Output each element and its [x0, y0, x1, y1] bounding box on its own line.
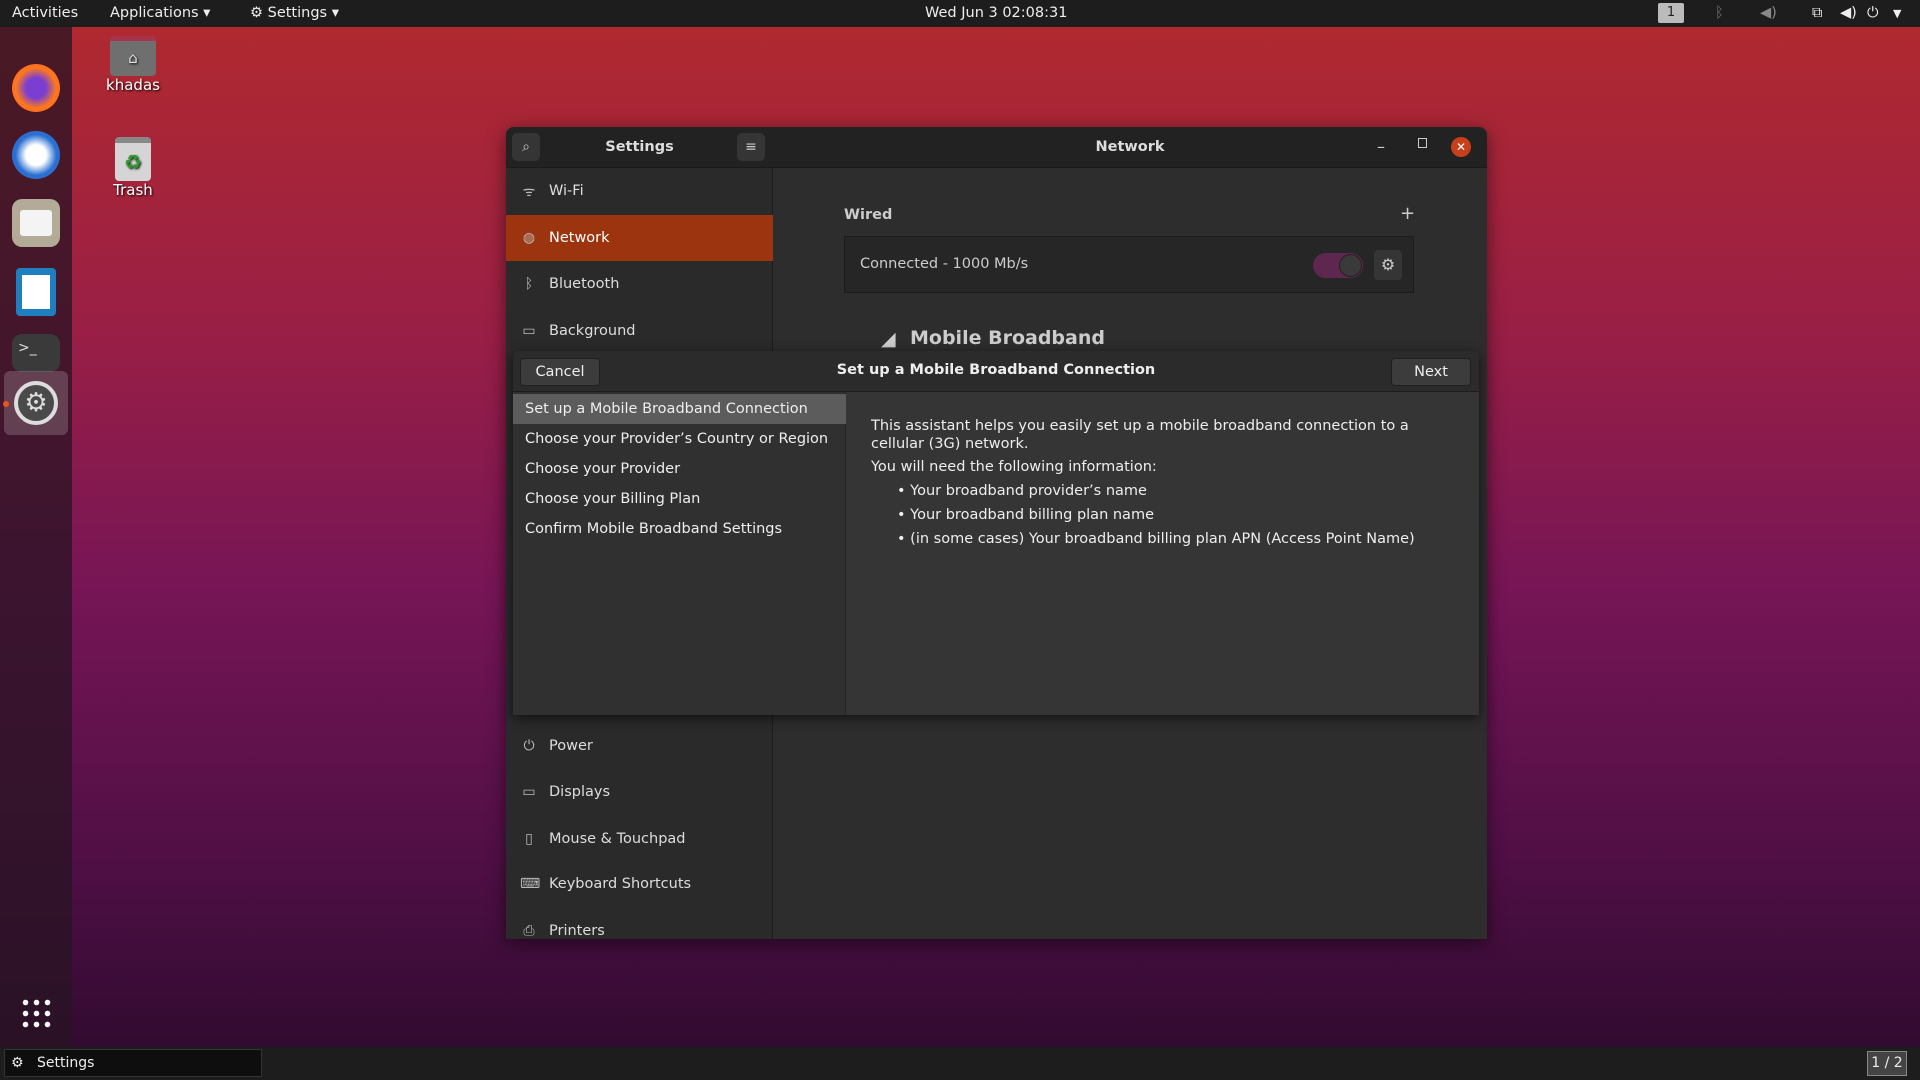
- step-item: Choose your Provider’s Country or Region: [525, 431, 829, 447]
- running-indicator: [3, 401, 9, 407]
- dialog-title: Set up a Mobile Broadband Connection: [836, 362, 1156, 378]
- wired-status: Connected - 1000 Mb/s: [860, 256, 1029, 272]
- mobile-broadband-heading: Mobile Broadband: [910, 327, 1105, 349]
- wifi-icon: ᯤ: [522, 183, 536, 200]
- keyboard-icon: ⌨: [520, 876, 541, 892]
- bullet-item: • Your broadband billing plan name: [897, 507, 1154, 523]
- globe-icon: ◍: [522, 230, 536, 246]
- need-text: You will need the following information:: [871, 459, 1157, 475]
- hamburger-icon: ≡: [745, 139, 757, 155]
- volume-icon[interactable]: ◀): [1840, 5, 1857, 21]
- wired-heading: Wired: [844, 207, 893, 223]
- sidebar-item-printers[interactable]: ⎙ Printers: [506, 908, 773, 939]
- power-icon[interactable]: ⏻: [1867, 5, 1878, 21]
- taskbar-window-label: Settings: [37, 1055, 95, 1071]
- sidebar-item-label: Keyboard Shortcuts: [549, 876, 692, 892]
- sidebar-item-label: Bluetooth: [549, 276, 620, 292]
- files-icon[interactable]: [12, 199, 60, 247]
- step-item: Choose your Provider: [525, 461, 681, 477]
- close-button[interactable]: ✕: [1451, 137, 1471, 157]
- dock: >_ ⚙: [0, 27, 72, 1047]
- trash-label: Trash: [113, 181, 153, 199]
- speaker-icon[interactable]: ◀): [1760, 5, 1777, 21]
- sidebar-item-displays[interactable]: ▭ Displays: [506, 769, 773, 815]
- sidebar-item-label: Mouse & Touchpad: [549, 831, 686, 847]
- sidebar-item-label: Background: [549, 323, 636, 339]
- home-folder-icon: ⌂: [110, 36, 156, 76]
- add-wired-button[interactable]: +: [1400, 203, 1415, 224]
- wired-settings-button[interactable]: ⚙: [1374, 250, 1402, 280]
- display-icon: ▭: [522, 784, 536, 800]
- wired-toggle[interactable]: [1313, 253, 1363, 278]
- applications-menu[interactable]: Applications ▾: [110, 5, 210, 21]
- gear-icon: ⚙: [250, 5, 268, 21]
- gear-icon: ⚙: [1380, 255, 1396, 274]
- settings-app-menu[interactable]: ⚙ Settings ▾: [250, 5, 339, 21]
- sidebar-item-label: Network: [549, 230, 610, 246]
- trash-icon: ♻: [115, 137, 151, 181]
- settings-gear-icon: ⚙: [11, 1055, 24, 1071]
- firefox-icon[interactable]: [12, 64, 60, 112]
- sidebar-item-label: Displays: [549, 784, 611, 800]
- thunderbird-icon[interactable]: [12, 131, 60, 179]
- next-button[interactable]: Next: [1391, 358, 1471, 386]
- bluetooth-icon[interactable]: ᛒ: [1715, 5, 1724, 21]
- sidebar-item-wifi[interactable]: ᯤ Wi-Fi: [506, 168, 773, 214]
- clock[interactable]: Wed Jun 3 02:08:31: [925, 5, 1067, 21]
- steps-pane: Set up a Mobile Broadband Connection Cho…: [513, 392, 846, 715]
- bluetooth-icon: ᛒ: [524, 276, 534, 292]
- step-item: Confirm Mobile Broadband Settings: [525, 521, 783, 537]
- dialog-header: Cancel Set up a Mobile Broadband Connect…: [513, 351, 1479, 392]
- bullet-item: • (in some cases) Your broadband billing…: [897, 531, 1415, 547]
- sidebar-item-label: Wi-Fi: [549, 183, 584, 199]
- taskbar-settings-window[interactable]: ⚙ Settings: [4, 1049, 262, 1077]
- top-bar: Activities Applications ▾ ⚙ Settings ▾ W…: [0, 0, 1920, 27]
- workspace-indicator[interactable]: 1: [1658, 3, 1684, 23]
- home-folder-label: khadas: [106, 76, 160, 94]
- header-bar: ⌕ Settings ≡ Network – ✕: [506, 127, 1487, 168]
- intro-text: This assistant helps you easily set up a…: [871, 418, 1409, 452]
- system-menu-arrow-icon[interactable]: ▼: [1893, 7, 1901, 20]
- printer-icon: ⎙: [523, 923, 535, 939]
- terminal-icon[interactable]: >_: [12, 334, 60, 372]
- sidebar-item-bluetooth[interactable]: ᛒ Bluetooth: [506, 261, 773, 307]
- activities-button[interactable]: Activities: [12, 5, 78, 21]
- workspace-pager[interactable]: 1 / 2: [1867, 1051, 1907, 1076]
- sidebar-item-mouse[interactable]: ▯ Mouse & Touchpad: [506, 816, 773, 862]
- sidebar-item-network[interactable]: ◍ Network: [506, 215, 773, 261]
- minimize-button[interactable]: –: [1377, 137, 1385, 156]
- maximize-button[interactable]: [1418, 138, 1427, 148]
- sidebar-title: Settings: [605, 139, 674, 155]
- sidebar-item-power[interactable]: ⏻ Power: [506, 723, 773, 769]
- sidebar-item-keyboard[interactable]: ⌨ Keyboard Shortcuts: [506, 861, 773, 907]
- bottom-taskbar: ⚙ Settings 1 / 2: [0, 1047, 1920, 1080]
- folder-shape: [20, 210, 52, 236]
- sidebar-item-background[interactable]: ▭ Background: [506, 308, 773, 354]
- settings-dock-item[interactable]: ⚙: [4, 371, 68, 435]
- desktop-trash[interactable]: ♻ Trash: [88, 137, 178, 199]
- step-item: Choose your Billing Plan: [525, 491, 701, 507]
- bullet-item: • Your broadband provider’s name: [897, 483, 1147, 499]
- background-icon: ▭: [522, 323, 536, 339]
- mouse-icon: ▯: [525, 831, 533, 847]
- power-icon: ⏻: [523, 738, 535, 754]
- sidebar-item-label: Printers: [549, 923, 605, 939]
- document-shape: [22, 275, 50, 309]
- show-applications-icon[interactable]: [20, 997, 52, 1029]
- wired-connection-row: Connected - 1000 Mb/s ⚙: [844, 236, 1414, 293]
- mobile-broadband-icon: ◢: [881, 328, 896, 350]
- sidebar-item-label: Power: [549, 738, 593, 754]
- menu-button[interactable]: ≡: [737, 133, 765, 161]
- settings-gear-icon: ⚙: [14, 381, 58, 425]
- step-item: Set up a Mobile Broadband Connection: [513, 394, 846, 424]
- writer-icon[interactable]: [16, 268, 56, 316]
- mobile-broadband-assistant-dialog: Cancel Set up a Mobile Broadband Connect…: [513, 351, 1479, 715]
- network-icon[interactable]: ⧉: [1812, 5, 1822, 21]
- desktop-home-folder[interactable]: ⌂ khadas: [88, 36, 178, 94]
